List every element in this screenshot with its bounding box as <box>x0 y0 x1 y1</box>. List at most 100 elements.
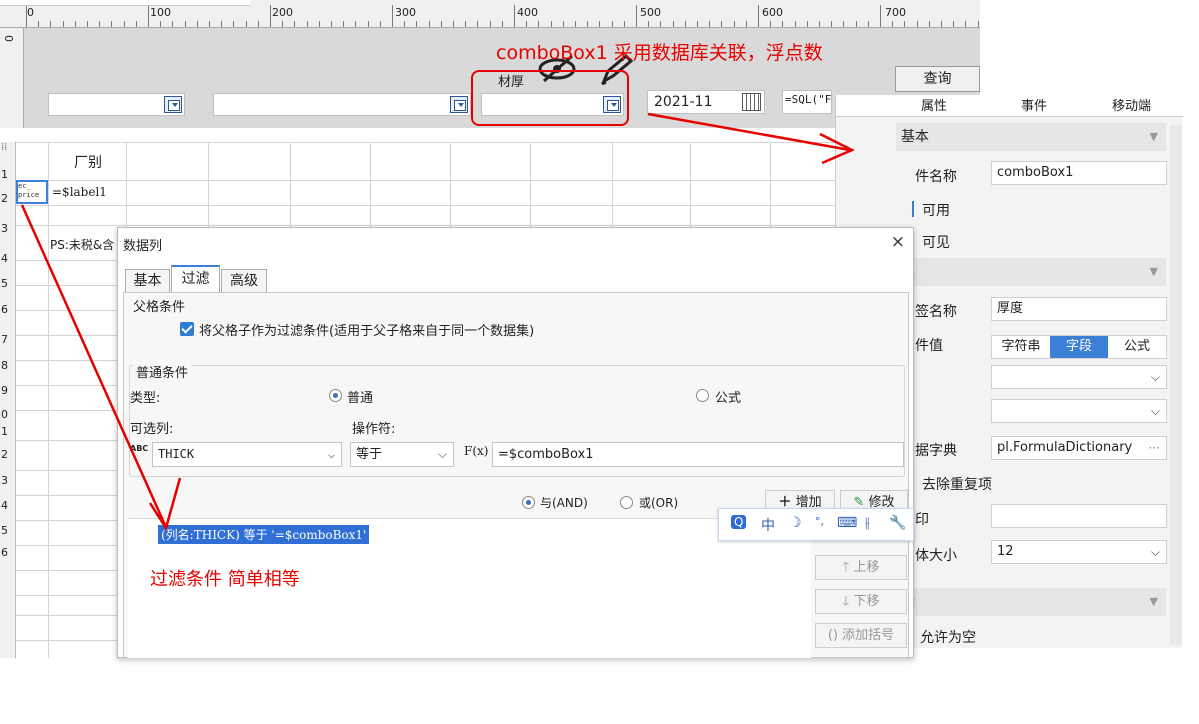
ime-keyboard-icon[interactable]: ⌨ <box>837 515 857 531</box>
ime-chinese-icon[interactable]: 中 <box>761 515 775 535</box>
ruler-label: 300 <box>395 6 416 19</box>
ime-moon-icon[interactable]: ☽ <box>789 515 802 531</box>
properties-scrollbar[interactable] <box>1170 125 1182 645</box>
row-number[interactable]: 8 <box>0 359 16 372</box>
row-number[interactable]: 7 <box>0 333 16 346</box>
calendar-icon[interactable] <box>742 93 761 111</box>
row-number[interactable]: 4 <box>0 252 16 265</box>
ruler-tick <box>880 5 881 27</box>
ruler-tick <box>916 21 918 27</box>
ruler-tick <box>514 5 515 27</box>
row-number[interactable]: 2 <box>0 448 16 461</box>
row-number[interactable]: 4 <box>0 499 16 512</box>
ruler-tick <box>587 21 589 27</box>
operator-select[interactable]: 等于 ⌵ <box>350 442 454 467</box>
ruler-tick <box>623 21 625 27</box>
section-advanced[interactable]: 级▼ <box>896 258 1166 286</box>
sql-formula-field[interactable]: =SQL("F <box>782 90 832 114</box>
ime-toolbar[interactable]: Q 中 ☽ °, ⌨ ⫲ 🔧 <box>718 508 914 541</box>
selected-cell[interactable]: ec_ price <box>16 180 48 204</box>
cell-ps-note[interactable]: PS:未税&含 <box>50 236 114 253</box>
tab-basic[interactable]: 基本 <box>125 269 170 293</box>
ruler-label: 0 <box>27 6 34 19</box>
type-radio-normal[interactable] <box>329 389 342 402</box>
widget-name-input[interactable]: comboBox1 <box>991 161 1167 185</box>
font-size-select[interactable]: 12 ⌵ <box>991 540 1167 564</box>
section-basic[interactable]: 基本 ▼ <box>896 123 1166 151</box>
ruler-tick <box>477 21 479 27</box>
dropdown-icon[interactable] <box>450 96 468 113</box>
type-radio-formula[interactable] <box>696 389 709 402</box>
dictionary-input[interactable]: pl.FormulaDictionary ··· <box>991 436 1167 460</box>
tab-advanced[interactable]: 高级 <box>221 269 267 293</box>
ime-tool-icon[interactable]: ⫲ <box>865 515 870 531</box>
more-icon[interactable]: ··· <box>1149 437 1160 459</box>
tab-properties[interactable]: 属性 <box>921 95 947 114</box>
move-down-button[interactable]: 🡓 下移 <box>815 589 907 614</box>
close-icon[interactable]: × <box>891 232 905 252</box>
type-label: 类型: <box>130 391 161 406</box>
section-validate[interactable]: 验▼ <box>896 588 1166 616</box>
row-number[interactable]: 1 <box>0 425 16 438</box>
logic-radio-or[interactable] <box>620 496 633 509</box>
row-number[interactable]: 3 <box>0 474 16 487</box>
dropdown-icon[interactable] <box>164 96 182 113</box>
row-number[interactable]: 9 <box>0 384 16 397</box>
value-column-select[interactable]: ⌵ <box>991 399 1167 423</box>
tab-mobile[interactable]: 移动端 <box>1112 95 1151 114</box>
row-number[interactable]: 6 <box>0 546 16 559</box>
tab-events[interactable]: 事件 <box>1021 95 1047 114</box>
ruler-tick <box>74 21 76 27</box>
value-mode-string[interactable]: 字符串 <box>992 336 1050 358</box>
combo-box-1[interactable] <box>48 93 185 116</box>
ruler-tick <box>172 21 174 27</box>
column-select[interactable]: THICK ⌵ <box>152 442 342 467</box>
enabled-checkbox[interactable] <box>912 201 914 217</box>
ruler-tick <box>233 21 235 27</box>
value-mode-formula[interactable]: 公式 <box>1108 336 1166 358</box>
watermark-input[interactable] <box>991 504 1167 528</box>
cell-factory-header[interactable]: 厂别 <box>74 152 102 172</box>
ruler-label: 700 <box>885 6 906 19</box>
ime-punctuation-icon[interactable]: °, <box>815 515 824 528</box>
condition-list-item[interactable]: (列名:THICK) 等于 '=$comboBox1' <box>158 525 370 544</box>
logic-or-label: 或(OR) <box>639 496 679 510</box>
tab-filter[interactable]: 过滤 <box>171 265 220 293</box>
ime-settings-icon[interactable]: 🔧 <box>889 515 906 531</box>
value-field-select[interactable]: ⌵ <box>991 365 1167 389</box>
ruler-tick <box>209 21 210 27</box>
ruler-tick <box>453 21 454 27</box>
ruler-label: 200 <box>272 6 293 19</box>
logic-and-label: 与(AND) <box>540 496 588 510</box>
ruler-tick <box>306 21 308 27</box>
add-bracket-button[interactable]: () 添加括号 <box>815 623 907 648</box>
row-number[interactable]: 5 <box>0 277 16 290</box>
combo-box-2[interactable] <box>213 93 471 116</box>
row-number[interactable]: 2 <box>0 192 16 205</box>
formula-icon[interactable]: F(x) <box>464 444 488 458</box>
ruler-tick <box>758 5 759 27</box>
ruler-tick <box>245 21 247 27</box>
parent-filter-checkbox[interactable] <box>180 322 194 336</box>
ruler-tick <box>867 21 869 27</box>
tag-name-input[interactable]: 厚度 <box>991 297 1167 321</box>
date-picker[interactable]: 2021-11 <box>647 90 765 114</box>
value-mode-field[interactable]: 字段 <box>1050 336 1108 358</box>
row-number[interactable]: 3 <box>0 222 16 235</box>
section-basic-title: 基本 <box>901 129 929 145</box>
row-number[interactable]: 5 <box>0 524 16 537</box>
collapse-icon: ▼ <box>1149 595 1158 608</box>
formula-value-input[interactable]: =$comboBox1 <box>492 442 904 467</box>
operator-label: 操作符: <box>352 422 396 437</box>
move-up-button[interactable]: 🡑 上移 <box>815 555 907 580</box>
query-button[interactable]: 查询 <box>895 66 980 92</box>
row-number[interactable]: 1 <box>0 168 16 181</box>
type-normal-label: 普通 <box>347 391 374 406</box>
row-number[interactable]: 6 <box>0 303 16 316</box>
cell-label1[interactable]: =$label1 <box>52 185 107 199</box>
logic-radio-and[interactable] <box>522 496 535 509</box>
ruler-tick <box>282 21 284 27</box>
font-size-value: 12 <box>997 544 1014 559</box>
row-number[interactable]: 0 <box>0 408 16 421</box>
ime-logo-icon[interactable]: Q <box>731 515 747 529</box>
